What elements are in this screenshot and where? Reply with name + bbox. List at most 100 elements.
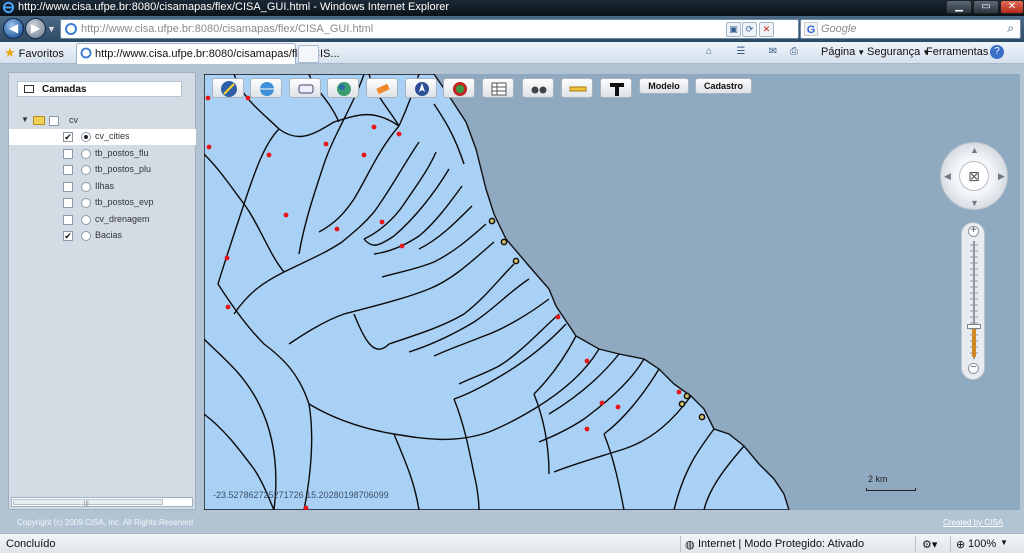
zoom-level-fill <box>972 329 976 357</box>
navigation-icon[interactable] <box>289 78 321 98</box>
scale-label: 2 km <box>868 474 888 484</box>
maximize-button[interactable]: ▭ <box>973 0 999 14</box>
refresh-icon[interactable]: ⟳ <box>742 22 757 37</box>
model-button[interactable]: Modelo <box>639 78 689 94</box>
menu-page[interactable]: Página ▼ <box>821 46 865 58</box>
layer-row-ilhas[interactable]: Ilhas <box>9 179 196 195</box>
minimize-button[interactable]: ▁ <box>946 0 972 14</box>
layer-row-tb-postos-flu[interactable]: tb_postos_flu <box>9 146 196 162</box>
forward-button[interactable]: ▶ <box>25 18 46 39</box>
layer-row-cv-cities[interactable]: ✔ cv_cities <box>9 129 196 145</box>
back-button[interactable]: ◀ <box>3 18 24 39</box>
compatibility-view-icon[interactable]: ▣ <box>726 22 741 37</box>
search-placeholder: Google <box>821 23 857 35</box>
group-checkbox[interactable] <box>49 116 59 126</box>
layer-row-bacias[interactable]: ✔ Bacias <box>9 228 196 244</box>
pan-left-icon[interactable]: ◀ <box>944 171 951 182</box>
layers-icon <box>24 85 34 93</box>
pan-up-icon[interactable]: ▲ <box>970 145 979 155</box>
favorites-button[interactable]: ★ Favoritos <box>4 45 64 61</box>
layer-row-tb-postos-plu[interactable]: tb_postos_plu <box>9 162 196 178</box>
layer-checkbox[interactable] <box>63 165 73 175</box>
map-canvas[interactable] <box>204 74 1020 510</box>
ruler-icon[interactable] <box>561 78 593 98</box>
layer-row-cv-drenagem[interactable]: cv_drenagem <box>9 212 196 228</box>
stop-icon[interactable]: ✕ <box>759 22 774 37</box>
layers-panel: Camadas ▼ cv ✔ cv_cities tb_postos_flu tb_p… <box>8 72 196 510</box>
new-tab-button[interactable] <box>298 45 319 63</box>
layer-checkbox[interactable]: ✔ <box>63 231 73 241</box>
pan-right-icon[interactable]: ▶ <box>998 171 1005 182</box>
close-window-button[interactable]: ✕ <box>1000 0 1024 14</box>
pan-control[interactable]: ▲ ▼ ◀ ▶ ⊠ <box>940 142 1008 210</box>
layer-radio[interactable] <box>81 214 91 225</box>
layer-row-tb-postos-evp[interactable]: tb_postos_evp <box>9 195 196 211</box>
search-input[interactable]: G Google ⌕ <box>800 19 1021 39</box>
layer-checkbox[interactable] <box>63 198 73 208</box>
zoom-icon[interactable]: ⊕ <box>956 538 965 551</box>
group-label: cv <box>69 115 78 125</box>
mail-icon[interactable]: ✉ <box>766 45 780 59</box>
full-extent-icon[interactable]: ⊠ <box>959 161 989 191</box>
world-icon[interactable] <box>327 78 359 98</box>
register-button[interactable]: Cadastro <box>695 78 752 94</box>
layer-label: Bacias <box>95 230 123 240</box>
tab-page-icon <box>80 47 92 59</box>
feeds-icon[interactable]: ☰ <box>734 45 748 59</box>
layer-label: cv_cities <box>95 131 130 141</box>
status-separator <box>915 536 916 552</box>
menu-tools[interactable]: Ferramentas▼ <box>926 46 998 58</box>
layer-radio[interactable] <box>81 132 91 142</box>
url-text: http://www.cisa.ufpe.br:8080/cisamapas/f… <box>81 23 374 35</box>
binoculars-icon[interactable] <box>522 78 554 98</box>
print-icon[interactable]: ⎙ <box>787 45 801 59</box>
zoom-level-text[interactable]: 100% <box>968 538 996 550</box>
pan-down-icon[interactable]: ▼ <box>970 198 979 208</box>
star-icon: ★ <box>4 45 16 60</box>
zoom-in-button[interactable]: + <box>968 226 979 237</box>
browser-tab[interactable]: http://www.cisa.ufpe.br:8080/cisamapas/f… <box>76 43 340 64</box>
settings-dropdown-icon[interactable]: ⚙▾ <box>922 538 937 551</box>
address-field[interactable]: http://www.cisa.ufpe.br:8080/cisamapas/f… <box>60 19 799 39</box>
layer-radio[interactable] <box>81 165 91 175</box>
layer-radio[interactable] <box>81 181 91 192</box>
compass-icon[interactable] <box>212 78 244 98</box>
layer-checkbox[interactable]: ✔ <box>63 132 73 142</box>
layer-radio[interactable] <box>81 198 91 208</box>
layer-checkbox[interactable] <box>63 214 73 225</box>
window-title-bar: http://www.cisa.ufpe.br:8080/cisamapas/f… <box>0 0 1024 16</box>
layer-group-cv[interactable]: ▼ cv <box>9 113 196 129</box>
help-icon[interactable]: ? <box>990 45 1004 59</box>
panel-scrollbar[interactable]: ||| <box>11 497 193 507</box>
created-by-link[interactable]: Created by CISA <box>943 518 1003 527</box>
zoom-out-button[interactable]: − <box>968 363 979 374</box>
home-icon[interactable]: ⌂ <box>702 45 716 59</box>
menu-security[interactable]: Segurança ▼ <box>867 46 930 58</box>
map-view[interactable]: Modelo Cadastro ▲ ▼ ◀ ▶ ⊠ + − 2 km -23.5… <box>204 74 1020 510</box>
table-icon[interactable] <box>482 78 514 98</box>
layer-label: tb_postos_flu <box>95 147 149 158</box>
zoom-thumb[interactable] <box>967 324 981 329</box>
coordinate-readout: -23.527862725271726 15.20280198706099 <box>213 490 389 500</box>
zoom-slider[interactable]: + − <box>961 222 985 380</box>
hammer-icon[interactable] <box>600 78 632 98</box>
scrollbar-thumb[interactable]: ||| <box>13 499 163 507</box>
layer-checkbox[interactable] <box>63 148 73 159</box>
eraser-icon[interactable] <box>366 78 398 98</box>
expand-icon[interactable]: ▼ <box>21 115 29 124</box>
layer-radio[interactable] <box>81 148 91 159</box>
layer-checkbox[interactable] <box>63 181 73 192</box>
status-separator <box>950 536 951 552</box>
zoom-dropdown-icon[interactable]: ▼ <box>1000 538 1008 547</box>
layer-label: tb_postos_evp <box>95 197 154 207</box>
cisa-map-app: Camadas ▼ cv ✔ cv_cities tb_postos_flu tb_p… <box>0 64 1024 533</box>
direction-icon[interactable] <box>405 78 437 98</box>
copyright-text: Copyright (c) 2009 CISA, Inc. All Rights… <box>17 518 194 527</box>
layer-label: cv_drenagem <box>95 213 150 224</box>
globe-icon[interactable] <box>250 78 282 98</box>
search-icon[interactable]: ⌕ <box>1007 21 1014 36</box>
history-dropdown-icon[interactable]: ▼ <box>47 24 56 34</box>
layer-radio[interactable] <box>81 231 91 241</box>
stop-icon[interactable] <box>443 78 475 98</box>
favorites-label: Favoritos <box>18 48 64 60</box>
